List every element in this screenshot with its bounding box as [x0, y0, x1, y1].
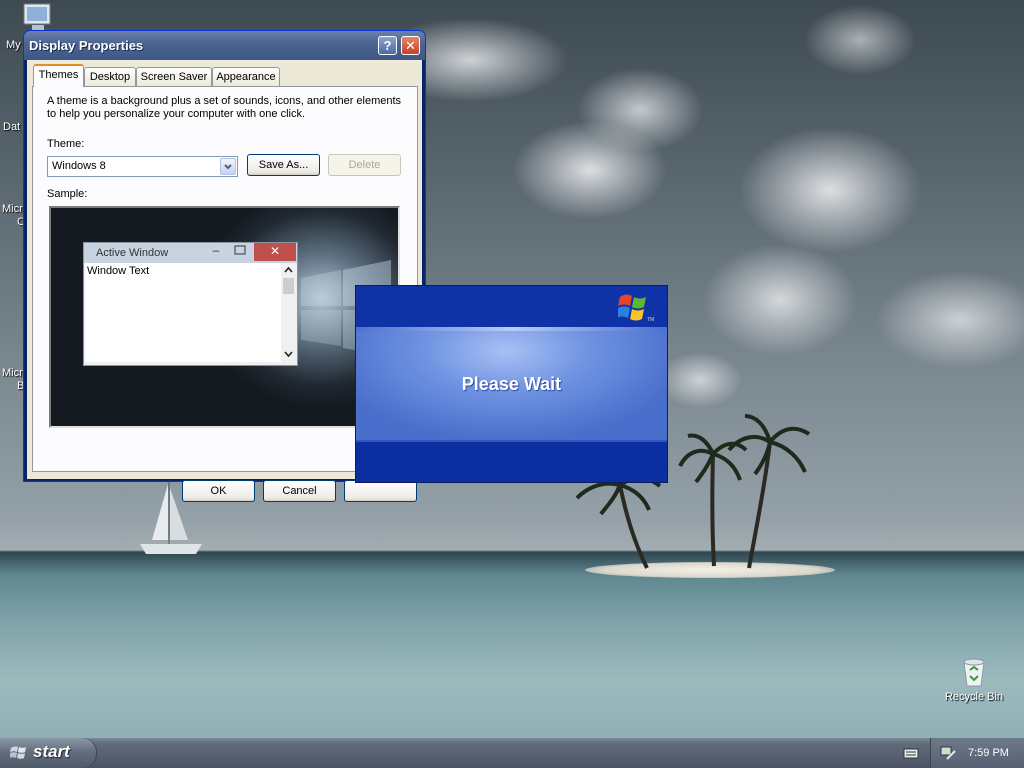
please-wait-dialog: TM Please Wait: [355, 285, 668, 483]
tab-desktop[interactable]: Desktop: [84, 67, 136, 86]
trademark-mark: TM: [647, 317, 655, 323]
start-label: start: [33, 742, 70, 761]
theme-label: Theme:: [47, 138, 85, 150]
maximize-icon: [230, 245, 250, 259]
tab-appearance[interactable]: Appearance: [212, 67, 280, 86]
wait-header-band: TM: [356, 286, 667, 327]
close-button[interactable]: ✕: [401, 36, 420, 55]
save-as-button[interactable]: Save As...: [247, 154, 320, 176]
desktop-icon-label[interactable]: Micr: [2, 203, 23, 215]
recycle-bin-icon: [963, 658, 985, 687]
desktop-icon-label[interactable]: My: [6, 39, 21, 51]
window-titlebar[interactable]: Display Properties ? ✕: [24, 31, 425, 60]
chevron-up-icon: [284, 266, 293, 273]
chevron-down-icon[interactable]: [220, 158, 236, 175]
sample-active-window: Active Window – ✕ Window Text: [83, 242, 298, 366]
please-wait-message: Please Wait: [461, 374, 562, 394]
apply-button[interactable]: [344, 480, 417, 502]
theme-description: A theme is a background plus a set of so…: [47, 95, 402, 120]
keyboard-icon[interactable]: [903, 746, 919, 760]
minimize-icon: –: [212, 243, 220, 257]
desktop-icon-recycle-bin[interactable]: Recycle Bin: [939, 656, 1009, 703]
close-icon: ✕: [254, 243, 296, 261]
desktop-icon-label[interactable]: Micr: [2, 367, 23, 379]
sample-window-title: Active Window: [96, 247, 169, 259]
sample-label: Sample:: [47, 188, 88, 200]
desktop-icon-label[interactable]: Dat: [3, 121, 20, 133]
sample-scrollbar: [281, 263, 296, 362]
sample-window-text: Window Text: [87, 265, 150, 277]
tab-themes[interactable]: Themes: [33, 64, 84, 87]
sample-text-area: Window Text: [85, 263, 281, 362]
help-button[interactable]: ?: [378, 36, 397, 55]
window-title: Display Properties: [29, 38, 144, 53]
chevron-down-icon: [284, 351, 293, 358]
windows-logo-icon: [618, 294, 646, 321]
cancel-button[interactable]: Cancel: [263, 480, 336, 502]
network-icon[interactable]: [939, 745, 957, 761]
sample-titlebar: Active Window – ✕: [84, 243, 297, 263]
theme-select-value: Windows 8: [52, 160, 106, 172]
taskbar: start 7:59 PM: [0, 738, 1024, 768]
theme-preview: Active Window – ✕ Window Text: [49, 206, 400, 428]
ok-button[interactable]: OK: [182, 480, 255, 502]
windows-flag-icon: [10, 746, 26, 759]
system-tray: 7:59 PM: [930, 738, 1024, 768]
clock[interactable]: 7:59 PM: [968, 747, 1009, 759]
recycle-bin-label: Recycle Bin: [944, 691, 1004, 703]
palm-tree: [727, 414, 811, 569]
start-button[interactable]: start: [0, 738, 97, 768]
tab-screen-saver[interactable]: Screen Saver: [136, 67, 212, 86]
wait-divider-bottom: [356, 440, 667, 442]
palm-tree: [575, 470, 662, 569]
theme-select[interactable]: Windows 8: [47, 156, 238, 177]
scroll-thumb: [283, 278, 294, 294]
delete-button[interactable]: Delete: [328, 154, 401, 176]
